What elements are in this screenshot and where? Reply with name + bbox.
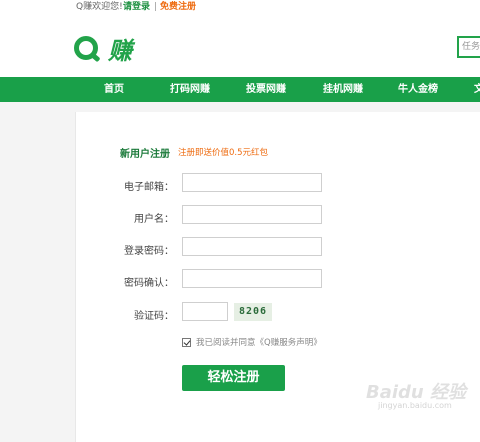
register-button[interactable]: 轻松注册 xyxy=(182,365,285,391)
baidu-watermark-url: jingyan.baidu.com xyxy=(378,401,452,410)
nav-item-more[interactable]: 文 xyxy=(474,77,480,102)
nav-item-leaderboard[interactable]: 牛人金榜 xyxy=(398,77,438,102)
nav-item-hangup-earn[interactable]: 挂机网赚 xyxy=(323,77,363,102)
nav-item-home[interactable]: 首页 xyxy=(104,77,124,102)
site-header: 赚 任务 xyxy=(0,14,480,77)
login-link[interactable]: 请登录 xyxy=(123,0,150,14)
agreement-row[interactable]: 我已阅读并同意《Q赚服务声明》 xyxy=(182,336,322,348)
captcha-image[interactable]: 8206 xyxy=(234,303,272,321)
form-subtitle: 注册即送价值0.5元红包 xyxy=(178,148,269,158)
search-input[interactable]: 任务 xyxy=(457,36,480,58)
username-label: 用户名： xyxy=(134,214,174,225)
top-bar: Q赚欢迎您! 请登录 | 免费注册 xyxy=(0,0,480,14)
username-field[interactable] xyxy=(182,205,322,224)
nav-item-vote-earn[interactable]: 投票网赚 xyxy=(246,77,286,102)
agree-checkbox[interactable] xyxy=(182,337,191,347)
email-label: 电子邮箱： xyxy=(124,182,174,193)
site-logo[interactable]: 赚 xyxy=(74,34,132,65)
agree-text: 我已阅读并同意《Q赚服务声明》 xyxy=(196,338,322,348)
captcha-field[interactable] xyxy=(182,302,228,321)
register-link[interactable]: 免费注册 xyxy=(160,0,196,14)
confirm-password-label: 密码确认： xyxy=(124,278,174,289)
password-field[interactable] xyxy=(182,237,322,256)
topbar-separator: | xyxy=(154,2,158,12)
confirm-password-field[interactable] xyxy=(182,269,322,288)
main-nav: 首页 打码网赚 投票网赚 挂机网赚 牛人金榜 文 xyxy=(0,77,480,102)
email-field[interactable] xyxy=(182,173,322,192)
form-title: 新用户注册 xyxy=(120,149,170,160)
password-label: 登录密码： xyxy=(124,246,174,257)
captcha-label: 验证码： xyxy=(134,311,174,322)
welcome-text: Q赚欢迎您! xyxy=(76,2,123,12)
logo-q-icon xyxy=(74,36,98,60)
logo-text: 赚 xyxy=(108,36,132,65)
nav-item-captcha-earn[interactable]: 打码网赚 xyxy=(170,77,210,102)
